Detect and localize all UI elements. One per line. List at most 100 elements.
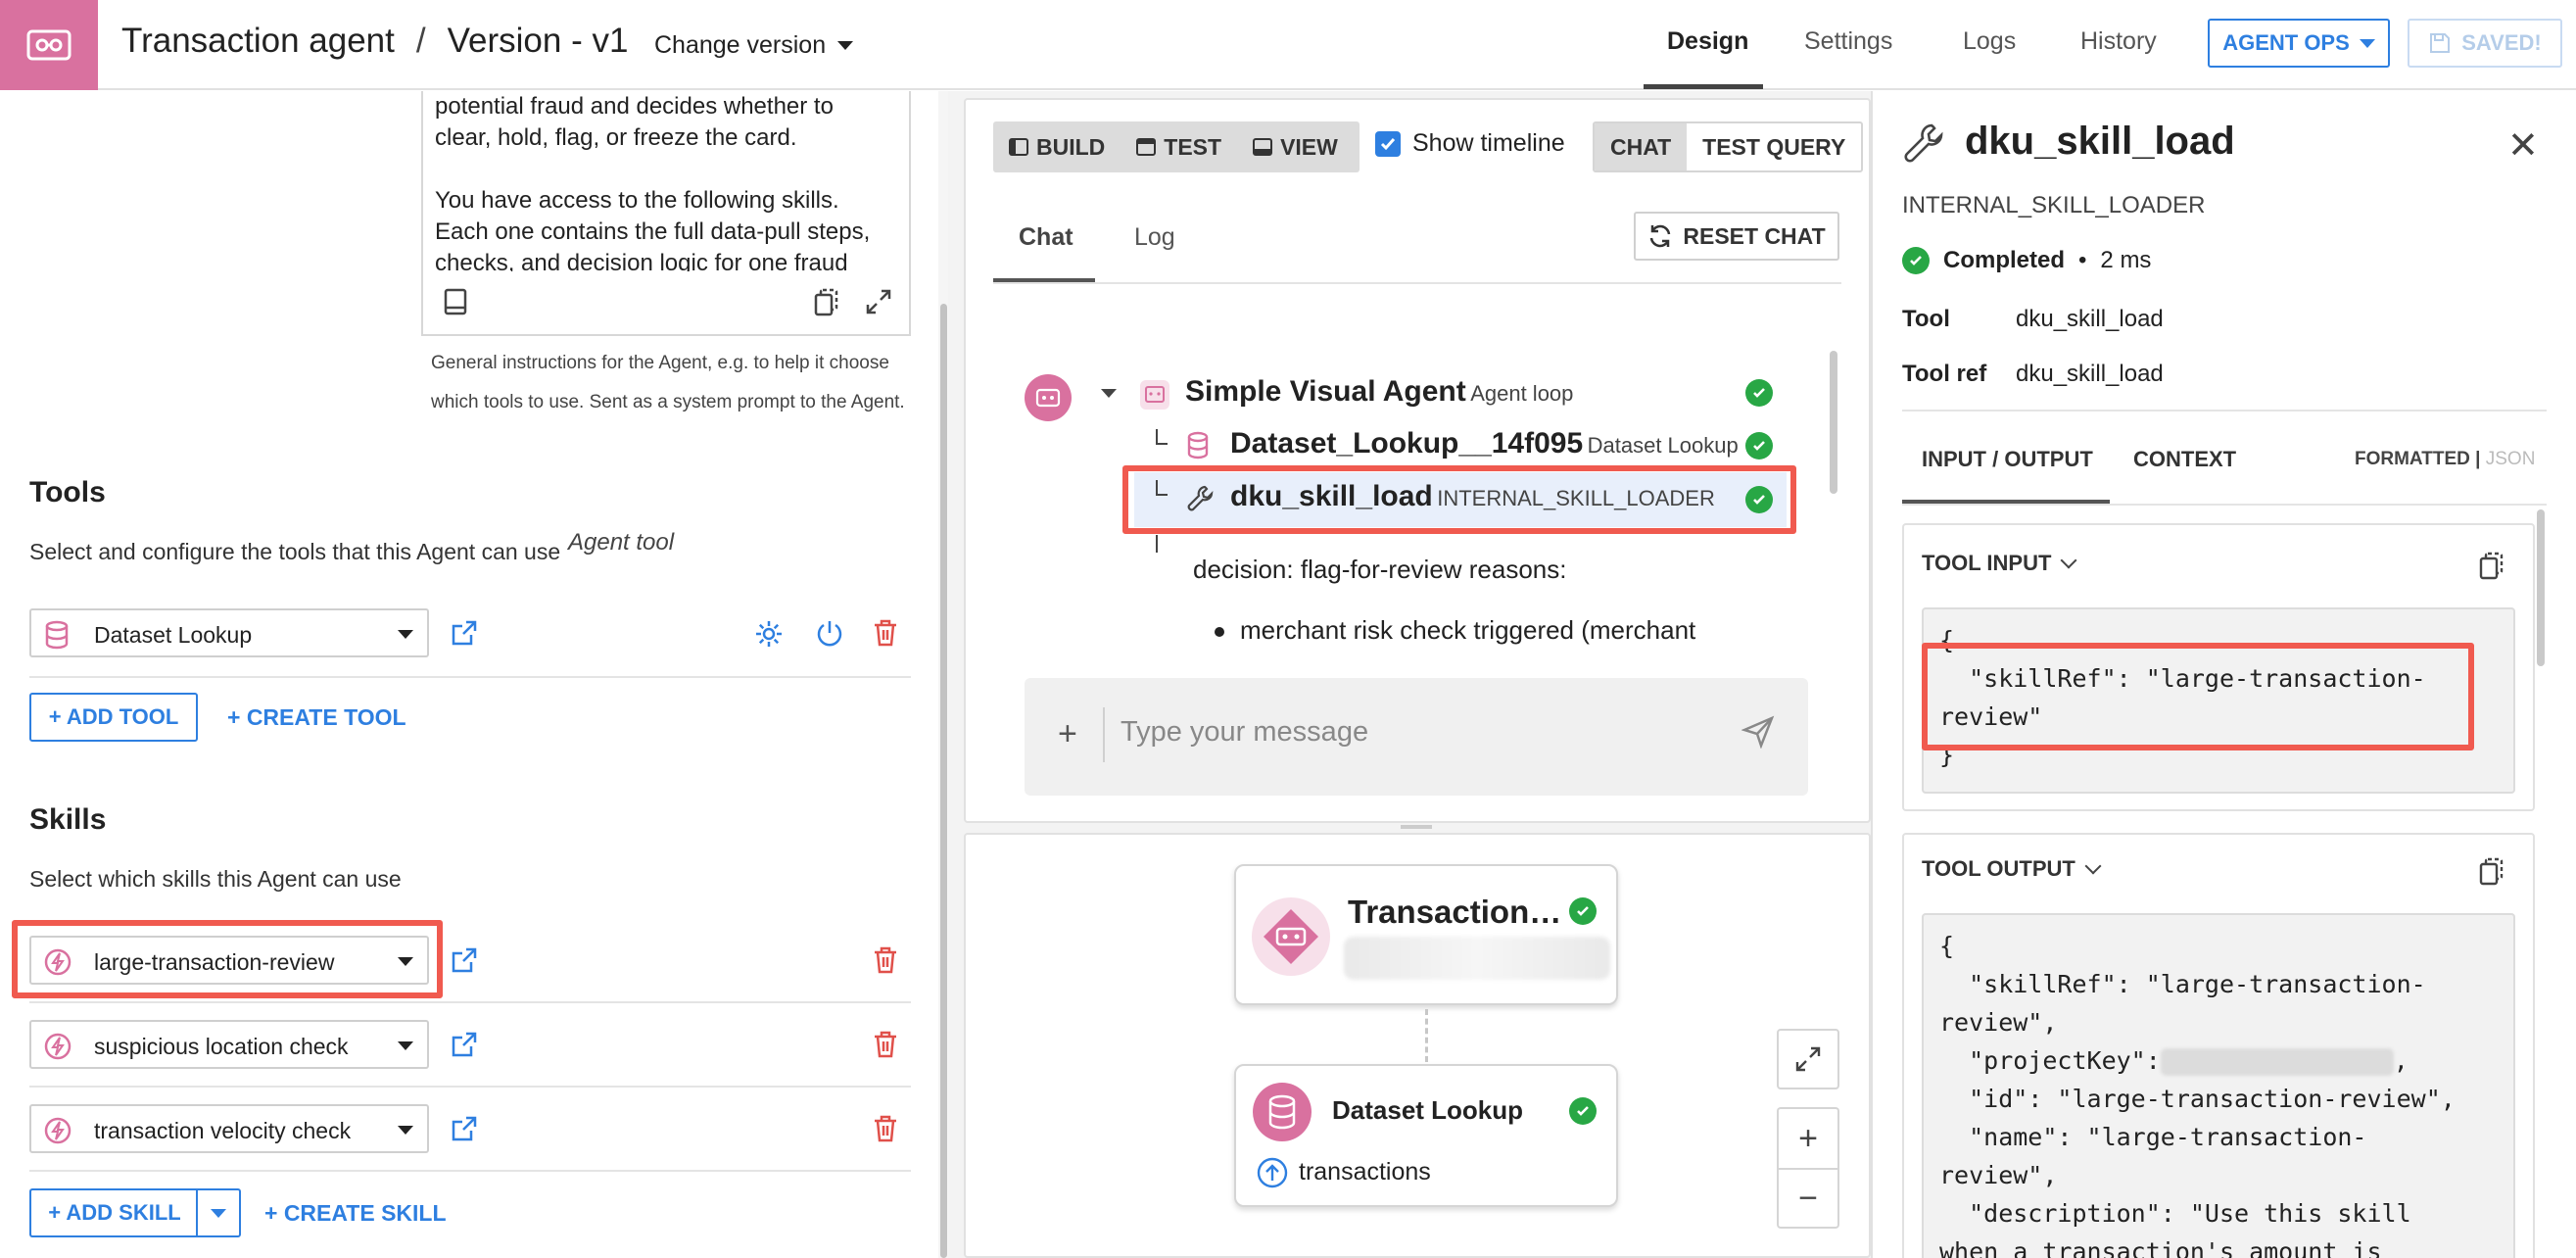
saved-button[interactable]: SAVED! bbox=[2408, 19, 2562, 68]
chat-scrollbar-thumb[interactable] bbox=[1830, 351, 1837, 494]
skill-label: large-transaction-review bbox=[94, 949, 335, 975]
show-timeline-checkbox[interactable]: Show timeline bbox=[1375, 129, 1565, 158]
trash-icon[interactable] bbox=[872, 945, 899, 975]
success-check-icon bbox=[1902, 247, 1930, 274]
save-icon bbox=[2430, 33, 2451, 53]
code-line: "skillRef": "large-transaction- bbox=[1939, 970, 2426, 998]
create-skill-link[interactable]: + CREATE SKILL bbox=[264, 1200, 447, 1227]
zoom-in-button[interactable]: + bbox=[1777, 1107, 1839, 1168]
create-tool-link[interactable]: + CREATE TOOL bbox=[227, 704, 406, 731]
copy-icon[interactable] bbox=[813, 287, 840, 316]
chat-input-placeholder[interactable]: Type your message bbox=[1121, 716, 1368, 749]
window-icon bbox=[1136, 138, 1157, 156]
trace-step-dku-skill-load[interactable]: dku_skill_load INTERNAL_SKILL_LOADER bbox=[1230, 480, 1715, 513]
collapse-caret-icon[interactable] bbox=[1101, 389, 1117, 398]
add-attachment-button[interactable]: + bbox=[1058, 715, 1077, 753]
book-icon[interactable] bbox=[443, 287, 468, 316]
wrench-icon bbox=[1187, 485, 1214, 511]
code-token: "projectKey": bbox=[1939, 1046, 2161, 1075]
code-line: review", bbox=[1939, 1008, 2058, 1037]
trace-step-name: dku_skill_load bbox=[1230, 480, 1433, 512]
tool-input-header[interactable]: TOOL INPUT bbox=[1922, 551, 2077, 576]
power-icon[interactable] bbox=[815, 618, 844, 648]
redacted-value bbox=[2160, 1048, 2394, 1076]
agent-logo[interactable] bbox=[0, 0, 98, 90]
details-status: Completed • 2 ms bbox=[1902, 247, 2151, 274]
mode-test[interactable]: TEST bbox=[1121, 134, 1237, 161]
copy-icon[interactable] bbox=[2478, 551, 2505, 580]
tool-output-header[interactable]: TOOL OUTPUT bbox=[1922, 856, 2102, 882]
tab-input-output[interactable]: INPUT / OUTPUT bbox=[1922, 447, 2093, 472]
add-skill-dropdown[interactable] bbox=[196, 1188, 241, 1237]
seg-test-query[interactable]: TEST QUERY bbox=[1687, 123, 1861, 170]
agent-ops-button[interactable]: AGENT OPS bbox=[2208, 19, 2390, 68]
tools-title: Tools bbox=[29, 476, 106, 508]
open-external-icon[interactable] bbox=[451, 619, 478, 647]
open-external-icon[interactable] bbox=[451, 946, 478, 974]
open-external-icon[interactable] bbox=[451, 1115, 478, 1142]
row-divider bbox=[29, 1170, 911, 1172]
code-line: } bbox=[1939, 741, 1955, 769]
tool-value: dku_skill_load bbox=[2016, 306, 2164, 332]
trace-root[interactable]: Simple Visual Agent Agent loop bbox=[1185, 375, 1573, 409]
seg-chat[interactable]: CHAT bbox=[1595, 123, 1688, 170]
row-divider bbox=[29, 1086, 911, 1088]
left-scrollbar-thumb[interactable] bbox=[940, 304, 947, 1258]
skill-label: transaction velocity check bbox=[94, 1118, 352, 1143]
tab-context[interactable]: CONTEXT bbox=[2133, 447, 2236, 472]
tab-history[interactable]: History bbox=[2080, 27, 2157, 56]
add-skill-button[interactable]: + ADD SKILL bbox=[29, 1188, 198, 1237]
skill-select-large-transaction-review[interactable]: large-transaction-review bbox=[29, 936, 429, 985]
checkbox-checked-icon[interactable] bbox=[1375, 130, 1401, 157]
wrench-icon bbox=[1904, 123, 1943, 163]
tool-select-dataset-lookup[interactable]: Dataset Lookup bbox=[29, 608, 429, 657]
duration-text: 2 ms bbox=[2100, 247, 2152, 273]
redacted-text bbox=[1344, 937, 1610, 980]
tree-connector bbox=[1156, 535, 1168, 553]
code-line: review", bbox=[1939, 1161, 2058, 1189]
skill-select-transaction-velocity-check[interactable]: transaction velocity check bbox=[29, 1104, 429, 1153]
trash-icon[interactable] bbox=[872, 618, 899, 648]
success-check-icon bbox=[1569, 1097, 1597, 1125]
trace-step-dataset-lookup[interactable]: Dataset_Lookup__14f095 Dataset Lookup bbox=[1230, 427, 1739, 460]
add-tool-button[interactable]: + ADD TOOL bbox=[29, 693, 198, 742]
toolref-key: Tool ref bbox=[1902, 361, 1987, 387]
format-toggle[interactable]: FORMATTED | JSON bbox=[2355, 449, 2535, 470]
tab-chat[interactable]: Chat bbox=[1019, 223, 1073, 252]
code-line: when a transaction's amount is bbox=[1939, 1237, 2382, 1258]
expand-icon[interactable] bbox=[864, 287, 893, 316]
code-line: { bbox=[1939, 932, 1955, 960]
mode-view[interactable]: VIEW bbox=[1237, 134, 1354, 161]
trash-icon[interactable] bbox=[872, 1030, 899, 1059]
gear-icon[interactable] bbox=[754, 619, 784, 649]
fit-view-button[interactable] bbox=[1777, 1029, 1839, 1089]
system-prompt-help: General instructions for the Agent, e.g.… bbox=[431, 353, 905, 412]
agent-response-text: decision: flag-for-review reasons: bbox=[1193, 555, 1567, 584]
system-prompt-text[interactable]: potential fraud and decides whether to c… bbox=[435, 91, 895, 271]
mode-test-label: TEST bbox=[1164, 133, 1222, 160]
change-version-dropdown[interactable]: Change version bbox=[654, 31, 854, 60]
robot-icon bbox=[1035, 388, 1061, 408]
details-scrollbar-thumb[interactable] bbox=[2537, 509, 2545, 666]
tab-design[interactable]: Design bbox=[1667, 27, 1748, 56]
system-prompt-editor[interactable]: potential fraud and decides whether to c… bbox=[421, 91, 911, 336]
skill-select-suspicious-location-check[interactable]: suspicious location check bbox=[29, 1020, 429, 1069]
agent-response-bullet: merchant risk check triggered (merchant bbox=[1240, 615, 1696, 645]
trash-icon[interactable] bbox=[872, 1114, 899, 1143]
success-check-icon bbox=[1745, 379, 1773, 407]
zoom-out-button[interactable]: − bbox=[1777, 1168, 1839, 1229]
tab-settings[interactable]: Settings bbox=[1804, 27, 1892, 56]
mode-build[interactable]: BUILD bbox=[993, 134, 1121, 161]
format-json[interactable]: JSON bbox=[2486, 449, 2536, 469]
send-icon[interactable] bbox=[1741, 715, 1775, 749]
reset-chat-button[interactable]: RESET CHAT bbox=[1634, 212, 1839, 261]
close-icon[interactable]: ✕ bbox=[2507, 123, 2539, 168]
copy-icon[interactable] bbox=[2478, 856, 2505, 886]
open-external-icon[interactable] bbox=[451, 1031, 478, 1058]
top-bar: Transaction agent / Version - v1 Change ve… bbox=[0, 0, 2576, 90]
split-resize-handle[interactable] bbox=[1401, 825, 1432, 829]
tab-logs[interactable]: Logs bbox=[1963, 27, 2016, 56]
tab-log[interactable]: Log bbox=[1134, 223, 1175, 252]
agent-name: Transaction agent bbox=[121, 22, 395, 60]
format-formatted[interactable]: FORMATTED bbox=[2355, 449, 2470, 469]
